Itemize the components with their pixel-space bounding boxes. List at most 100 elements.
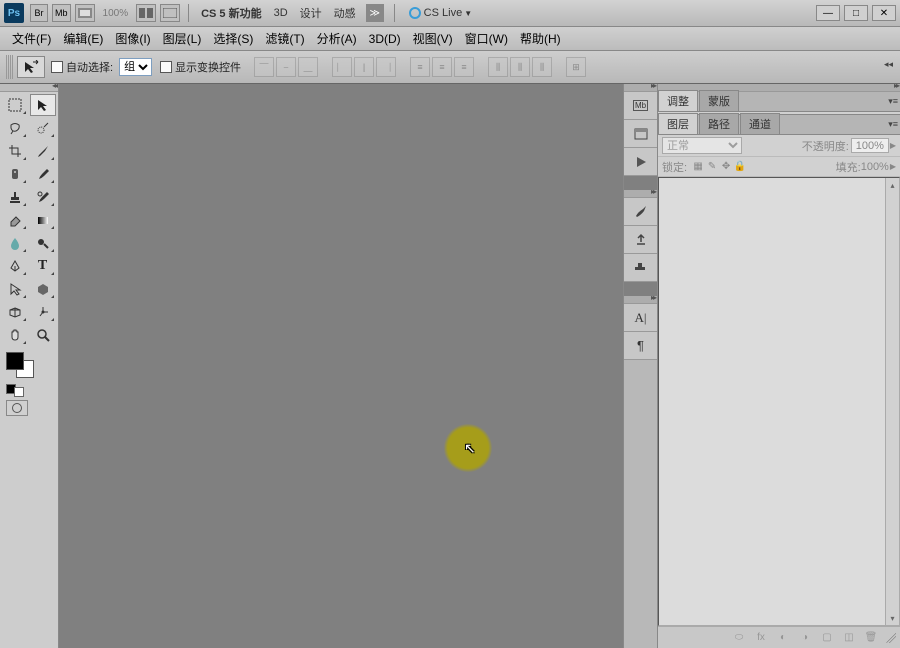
show-transform-checkbox[interactable]	[160, 61, 172, 73]
history-brush-tool[interactable]	[30, 186, 56, 208]
brush-tool[interactable]	[30, 163, 56, 185]
blend-mode-select[interactable]: 正常	[662, 137, 742, 154]
dist-vcenter-icon[interactable]: ≡	[432, 57, 452, 77]
auto-align-icon[interactable]: ⊞	[566, 57, 586, 77]
current-tool-indicator[interactable]	[17, 56, 45, 78]
scroll-up-icon[interactable]: ▴	[886, 178, 899, 192]
cslive-menu[interactable]: CS Live ▼	[409, 7, 472, 19]
delete-layer-icon[interactable]: 🗑	[861, 630, 881, 646]
align-vcenter-icon[interactable]: ⎯	[276, 57, 296, 77]
hand-tool[interactable]	[2, 324, 28, 346]
dist-left-icon[interactable]: ⫼	[488, 57, 508, 77]
path-select-tool[interactable]	[2, 278, 28, 300]
brush-panel-icon[interactable]	[624, 198, 657, 226]
dist-bottom-icon[interactable]: ≡	[454, 57, 474, 77]
layer-group-icon[interactable]: ▢	[817, 630, 837, 646]
layer-fx-icon[interactable]: fx	[751, 630, 771, 646]
align-hcenter-icon[interactable]: |	[354, 57, 374, 77]
window-minimize[interactable]: —	[816, 5, 840, 21]
menu-window[interactable]: 窗口(W)	[465, 30, 508, 47]
align-bottom-icon[interactable]: ⎽	[298, 57, 318, 77]
brush-presets-icon[interactable]	[624, 226, 657, 254]
view-extras-button[interactable]	[75, 4, 95, 22]
arrange-docs-button[interactable]	[136, 4, 156, 22]
adjustment-layer-icon[interactable]: ◑	[795, 630, 815, 646]
zoom-tool[interactable]	[30, 324, 56, 346]
lock-pixels-icon[interactable]: ▦	[691, 161, 705, 172]
quick-mask-toggle[interactable]	[6, 400, 28, 416]
shape-tool[interactable]	[30, 278, 56, 300]
foreground-color[interactable]	[6, 352, 24, 370]
actions-panel-icon[interactable]	[624, 148, 657, 176]
clone-source-icon[interactable]	[624, 254, 657, 282]
tab-channels[interactable]: 通道	[740, 113, 780, 134]
eyedropper-tool[interactable]	[30, 140, 56, 162]
opacity-arrow-icon[interactable]: ▶	[890, 141, 896, 150]
menu-file[interactable]: 文件(F)	[12, 30, 51, 47]
history-panel-icon[interactable]	[624, 120, 657, 148]
menu-layer[interactable]: 图层(L)	[163, 30, 202, 47]
auto-select-target[interactable]: 组	[119, 58, 152, 76]
mini-white[interactable]	[14, 387, 24, 397]
dist-hcenter-icon[interactable]: ⫼	[510, 57, 530, 77]
gradient-tool[interactable]	[30, 209, 56, 231]
move-tool[interactable]	[30, 94, 56, 116]
toolbox-header[interactable]	[0, 84, 58, 92]
menu-select[interactable]: 选择(S)	[213, 30, 253, 47]
pen-tool[interactable]	[2, 255, 28, 277]
tab-masks[interactable]: 蒙版	[699, 90, 739, 111]
dock-header-2[interactable]	[624, 190, 657, 198]
options-collapse-icon[interactable]: ◂◂	[884, 59, 898, 73]
marquee-tool[interactable]	[2, 94, 28, 116]
layers-scrollbar[interactable]: ▴ ▾	[885, 178, 899, 625]
align-left-icon[interactable]: ⎸	[332, 57, 352, 77]
zoom-level[interactable]: 100%	[103, 8, 129, 19]
eraser-tool[interactable]	[2, 209, 28, 231]
camera-tool[interactable]	[30, 301, 56, 323]
type-tool[interactable]: T	[30, 255, 56, 277]
dodge-tool[interactable]	[30, 232, 56, 254]
link-layers-icon[interactable]: ⬭	[729, 630, 749, 646]
paragraph-panel-icon[interactable]: ¶	[624, 332, 657, 360]
options-grip[interactable]	[6, 55, 13, 79]
tab-paths[interactable]: 路径	[699, 113, 739, 134]
app-logo[interactable]: Ps	[4, 3, 24, 23]
blur-tool[interactable]	[2, 232, 28, 254]
opacity-value[interactable]: 100%	[851, 138, 889, 153]
screen-mode-button[interactable]	[160, 4, 180, 22]
window-close[interactable]: ✕	[872, 5, 896, 21]
layer-mask-icon[interactable]: ◐	[773, 630, 793, 646]
menu-analysis[interactable]: 分析(A)	[317, 30, 357, 47]
dist-top-icon[interactable]: ≡	[410, 57, 430, 77]
lock-brush-icon[interactable]: ✎	[705, 161, 719, 172]
healing-tool[interactable]	[2, 163, 28, 185]
fill-value[interactable]: 100%	[861, 161, 889, 173]
menu-image[interactable]: 图像(I)	[115, 30, 150, 47]
align-right-icon[interactable]: ⎹	[376, 57, 396, 77]
minibridge-button[interactable]: Mb	[52, 4, 71, 22]
scroll-down-icon[interactable]: ▾	[886, 611, 899, 625]
menu-help[interactable]: 帮助(H)	[520, 30, 561, 47]
tab-adjustments[interactable]: 调整	[658, 90, 698, 111]
workspace-design[interactable]: 设计	[300, 5, 322, 21]
lock-all-icon[interactable]: 🔒	[733, 161, 747, 172]
dist-right-icon[interactable]: ⫼	[532, 57, 552, 77]
layers-list[interactable]: ▴ ▾	[658, 177, 900, 626]
tab-layers[interactable]: 图层	[658, 113, 698, 134]
new-layer-icon[interactable]: ◫	[839, 630, 859, 646]
workspace-more-button[interactable]: ≫	[366, 4, 384, 22]
workspace-cs5[interactable]: CS 5 新功能	[201, 5, 262, 21]
panel-flyout-icon[interactable]: ▾≡	[888, 96, 898, 107]
auto-select-checkbox[interactable]	[51, 61, 63, 73]
menu-filter[interactable]: 滤镜(T)	[265, 30, 304, 47]
crop-tool[interactable]	[2, 140, 28, 162]
menu-3d[interactable]: 3D(D)	[369, 32, 401, 46]
align-top-icon[interactable]: ⎺	[254, 57, 274, 77]
dock-header[interactable]	[624, 84, 657, 92]
fill-arrow-icon[interactable]: ▶	[890, 162, 896, 171]
workspace-3d[interactable]: 3D	[274, 7, 288, 19]
dock-header-3[interactable]	[624, 296, 657, 304]
lock-move-icon[interactable]: ✥	[719, 161, 733, 172]
quick-select-tool[interactable]	[30, 117, 56, 139]
window-maximize[interactable]: □	[844, 5, 868, 21]
